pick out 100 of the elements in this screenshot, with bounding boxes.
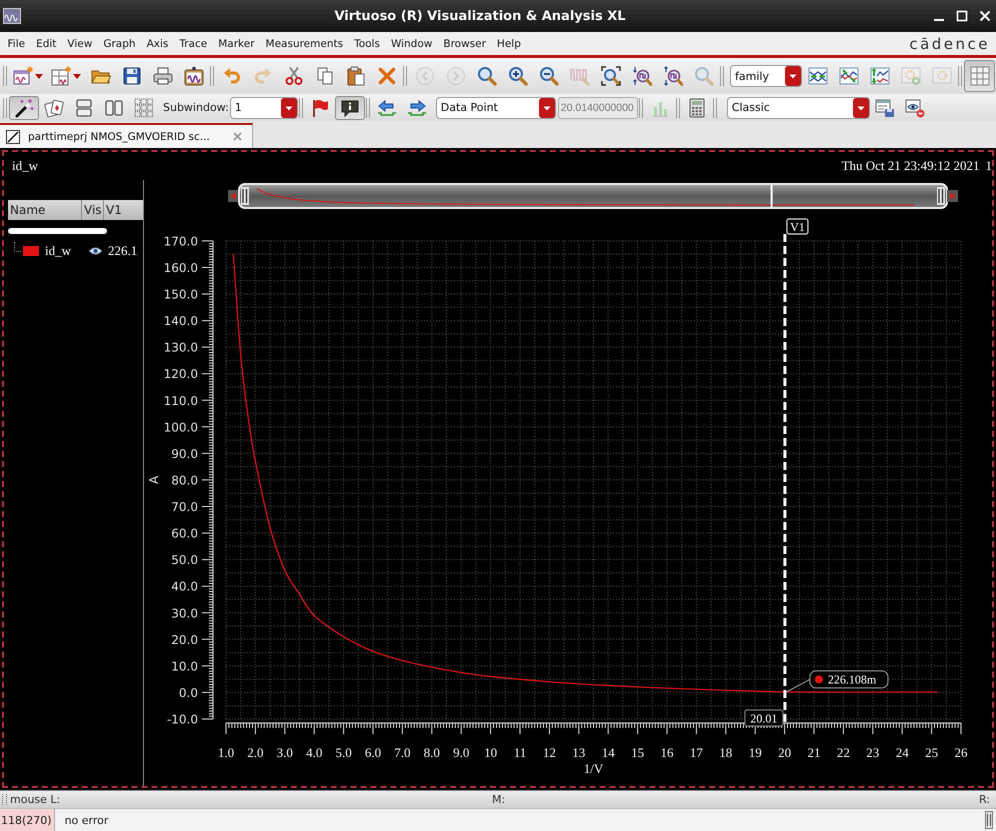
tick-label: 150.0	[164, 288, 198, 302]
status-message: no error	[64, 814, 110, 826]
tick-label: 60.0	[171, 526, 198, 541]
magic-wand-button[interactable]	[9, 96, 39, 120]
timestamp: Thu Oct 21 23:49:12 2021	[842, 158, 980, 174]
dropdown[interactable]: Classic	[726, 96, 870, 118]
menu-item[interactable]: Marker	[212, 38, 260, 50]
menu-item[interactable]: Axis	[141, 38, 174, 50]
cursor-line[interactable]	[783, 234, 786, 724]
info-button[interactable]	[334, 96, 365, 120]
tick-label: 26	[954, 745, 968, 760]
tick-label: 160.0	[164, 261, 198, 275]
mouse-middle-label: M:	[492, 793, 506, 806]
menu-item[interactable]: View	[62, 38, 98, 50]
menu-item[interactable]: Help	[491, 38, 526, 50]
menu-item[interactable]: Edit	[30, 38, 62, 50]
menu-item[interactable]: File	[2, 38, 31, 50]
traces-split-icon	[870, 66, 890, 86]
axis-title: A	[147, 476, 161, 484]
forward-icon	[446, 66, 466, 86]
print-icon	[152, 66, 172, 86]
tick-label: 12	[542, 745, 556, 760]
eye-icon[interactable]	[89, 246, 102, 256]
dropdown[interactable]: family	[730, 65, 802, 87]
tick-label: 13	[572, 745, 586, 760]
cut-icon	[284, 66, 304, 86]
menu-item[interactable]: Measurements	[260, 38, 349, 50]
grid-button[interactable]	[964, 60, 995, 92]
tick-label: 20	[778, 745, 792, 760]
undo-icon	[222, 66, 242, 86]
marker-x-label: 20.01	[744, 710, 784, 726]
save-icon	[122, 66, 142, 86]
tick-label: 170.0	[164, 234, 198, 248]
menu-item[interactable]: Window	[385, 38, 438, 50]
columns-icon	[104, 98, 124, 118]
dropdown[interactable]: 1	[230, 96, 298, 118]
dotted-ring-plus-icon	[900, 66, 920, 86]
grid-icon	[970, 66, 990, 86]
axis-title: 1/V	[584, 761, 604, 776]
eye-minus-icon	[904, 98, 925, 118]
tick-label: 2.0	[247, 745, 264, 760]
tick-label: 7.0	[394, 745, 411, 760]
traces-merge-icon	[838, 66, 858, 86]
caret-icon	[280, 98, 297, 118]
tick-label: 40.0	[171, 580, 198, 594]
scroll-left-icon[interactable]	[228, 190, 239, 202]
subwindow-number: 1	[986, 158, 992, 174]
tick-label: 130.0	[164, 340, 198, 355]
tick-label: 10.0	[171, 659, 198, 674]
scroll-thumb-icon[interactable]	[985, 811, 993, 829]
tick-label: 140.0	[164, 314, 198, 328]
tick-label: 5.0	[335, 745, 352, 760]
marker-dot-icon	[814, 675, 823, 684]
tick-label: 17	[690, 745, 703, 760]
marker-label[interactable]: V1	[786, 218, 808, 234]
maximize-icon[interactable]	[956, 10, 968, 22]
marker-value-label[interactable]: 226.108m	[809, 670, 888, 688]
field-label: Subwindow:	[163, 101, 229, 114]
tick-label: 18	[719, 745, 732, 760]
zoom-fit-icon	[600, 66, 620, 86]
annotation: 20.01	[750, 712, 778, 726]
dropdown[interactable]: Data Point	[436, 96, 556, 118]
waveform-grid-icon	[51, 66, 71, 86]
command-counter: 118(270)	[0, 809, 55, 831]
tick-label: 9.0	[453, 745, 470, 760]
window-title: Virtuoso (R) Visualization & Analysis XL	[333, 8, 627, 24]
column-header[interactable]: Name	[8, 200, 82, 220]
plot-title: id_w	[12, 158, 39, 174]
caret-icon	[785, 66, 801, 86]
column-header[interactable]: Vis	[82, 200, 104, 220]
magic-wand-icon	[14, 98, 34, 118]
column-header[interactable]: V1	[104, 200, 143, 220]
calculator-icon	[686, 98, 707, 118]
range-handle[interactable]	[241, 187, 249, 205]
menu-item[interactable]: Tools	[348, 38, 386, 50]
menu-item[interactable]: Trace	[174, 38, 213, 50]
tick-label: 1.0	[218, 745, 234, 760]
annotation: 226.108m	[828, 672, 877, 686]
menu-item[interactable]: Graph	[98, 38, 142, 50]
mouse-left-label: mouse L:	[10, 793, 60, 806]
paste-icon	[346, 66, 366, 86]
tick-label: 14	[602, 745, 615, 760]
tick-label: 4.0	[306, 745, 322, 760]
tick-label: -10.0	[166, 712, 198, 726]
trace-value: 226.1	[108, 243, 138, 259]
zoom-icon	[476, 66, 496, 86]
caret-icon	[73, 74, 81, 78]
back-icon	[414, 66, 434, 86]
range-handle[interactable]	[937, 187, 945, 205]
overview-track[interactable]	[238, 183, 948, 209]
zoom-x-icon	[632, 66, 652, 86]
caret-icon	[538, 98, 555, 118]
ref-line-label: V1	[790, 220, 805, 234]
menu-item[interactable]: Browser	[438, 38, 492, 50]
trace-name[interactable]: id_w	[45, 243, 89, 259]
info-icon	[340, 98, 360, 118]
tick-label: 10	[484, 745, 498, 760]
tick-label: 25	[925, 745, 938, 760]
tab[interactable]: parttimeprj NMOS_GMVOERID sc...	[0, 123, 253, 148]
tick-label: 0.0	[178, 686, 198, 700]
